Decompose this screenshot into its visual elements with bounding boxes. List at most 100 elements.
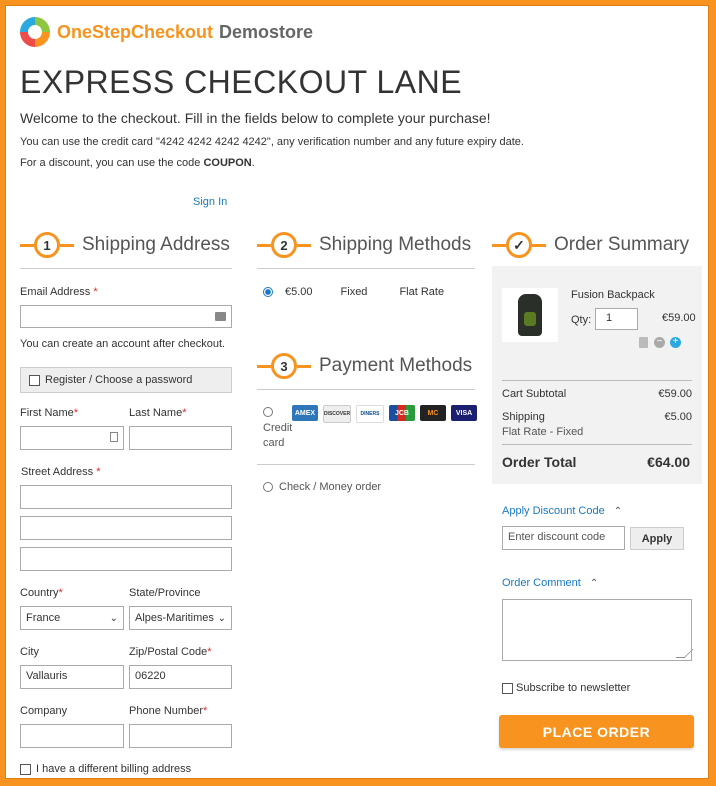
- register-checkbox[interactable]: [29, 374, 40, 386]
- page-title: EXPRESS CHECKOUT LANE: [20, 64, 463, 100]
- divider: [257, 268, 475, 269]
- newsletter-checkbox-row[interactable]: Subscribe to newsletter: [502, 682, 630, 694]
- order-summary-header: ✓ Order Summary: [492, 232, 689, 258]
- sign-in-link[interactable]: Sign In: [193, 196, 227, 208]
- billing-checkbox-row[interactable]: I have a different billing address: [20, 763, 191, 775]
- phone-label-text: Phone Number: [129, 705, 203, 717]
- check-money-order-label: Check / Money order: [279, 481, 382, 493]
- shipping-method-text: Flat Rate - Fixed: [502, 426, 584, 438]
- last-name-field[interactable]: [129, 426, 232, 450]
- order-comment-toggle-label: Order Comment: [502, 577, 581, 589]
- logo-mark-icon: [20, 17, 50, 47]
- amex-icon: AMEX: [292, 405, 318, 421]
- email-label-text: Email Address: [20, 286, 91, 298]
- shipping-method-option[interactable]: €5.00 Fixed Flat Rate: [263, 286, 444, 298]
- country-select[interactable]: France ⌄: [20, 606, 124, 630]
- street-line-3-field[interactable]: [20, 547, 232, 571]
- divider: [502, 380, 692, 381]
- discount-toggle[interactable]: Apply Discount Code ⌃: [502, 505, 622, 517]
- divider: [502, 444, 692, 445]
- city-field[interactable]: Vallauris: [20, 665, 124, 689]
- section-title: Order Summary: [554, 234, 690, 255]
- street-line-2-field[interactable]: [20, 516, 232, 540]
- country-label: Country*: [20, 587, 63, 599]
- checkout-page: OneStepCheckout Demostore EXPRESS CHECKO…: [5, 5, 709, 779]
- register-checkbox-row[interactable]: Register / Choose a password: [20, 367, 232, 393]
- email-field[interactable]: [20, 305, 232, 328]
- step-line-icon: [257, 364, 271, 368]
- step-line-icon: [20, 243, 34, 247]
- divider: [20, 268, 232, 269]
- step-1-badge: 1: [34, 232, 60, 258]
- checkmark-icon: ✓: [506, 232, 532, 258]
- shipping-method-radio[interactable]: [263, 287, 273, 297]
- card-logos: AMEX DISCOVER DINERS JCB MC VISA: [292, 405, 482, 423]
- brand-name: OneStepCheckout: [57, 21, 214, 42]
- first-name-label-text: First Name: [20, 407, 74, 419]
- check-money-order-radio[interactable]: [263, 482, 273, 492]
- required-mark: *: [96, 466, 101, 478]
- street-line-1-field[interactable]: [20, 485, 232, 509]
- state-select[interactable]: Alpes-Maritimes ⌄: [129, 606, 232, 630]
- discover-icon: DISCOVER: [323, 405, 351, 423]
- street-label-text: Street Address: [21, 466, 94, 478]
- qty-input[interactable]: 1: [595, 308, 638, 330]
- step-line-icon: [257, 243, 271, 247]
- subtotal-value: €59.00: [658, 388, 692, 400]
- minus-icon[interactable]: −: [654, 337, 665, 348]
- shipping-value: €5.00: [664, 411, 692, 423]
- phone-field[interactable]: [129, 724, 232, 748]
- plus-icon[interactable]: +: [670, 337, 681, 348]
- chevron-up-icon: ⌃: [613, 505, 623, 517]
- first-name-label: First Name*: [20, 407, 78, 419]
- place-order-button[interactable]: PLACE ORDER: [499, 715, 694, 748]
- required-mark: *: [58, 587, 63, 599]
- check-money-order-option[interactable]: Check / Money order: [263, 481, 381, 493]
- autofill-icon: [215, 312, 226, 321]
- first-name-field[interactable]: [20, 426, 124, 450]
- radio-icon: [263, 407, 273, 417]
- company-field[interactable]: [20, 724, 124, 748]
- required-mark: *: [182, 407, 187, 419]
- last-name-label: Last Name*: [129, 407, 186, 419]
- apply-discount-button[interactable]: Apply: [630, 527, 684, 550]
- credit-card-label[interactable]: Credit card: [263, 421, 292, 451]
- newsletter-checkbox[interactable]: [502, 682, 513, 694]
- brand-suffix: Demostore: [219, 21, 314, 42]
- required-mark: *: [207, 646, 212, 658]
- order-comment-toggle[interactable]: Order Comment ⌃: [502, 577, 598, 589]
- zip-label-text: Zip/Postal Code: [129, 646, 208, 658]
- billing-label: I have a different billing address: [36, 763, 192, 775]
- email-label: Email Address *: [20, 286, 98, 298]
- discount-code-input[interactable]: Enter discount code: [502, 526, 625, 550]
- welcome-text: Welcome to the checkout. Fill in the fie…: [20, 110, 491, 126]
- country-value: France: [26, 612, 61, 624]
- required-mark: *: [203, 705, 208, 717]
- discount-note: For a discount, you can use the code COU…: [20, 157, 255, 169]
- required-mark: *: [73, 407, 79, 419]
- divider: [257, 389, 475, 390]
- billing-checkbox[interactable]: [20, 763, 31, 775]
- backpack-icon: [518, 294, 542, 336]
- shipping-address-header: 1 Shipping Address: [20, 232, 230, 258]
- credit-card-radio[interactable]: [263, 407, 273, 420]
- discount-note-suffix: .: [251, 157, 255, 169]
- credit-card-note: You can use the credit card "4242 4242 4…: [20, 136, 524, 148]
- state-value: Alpes-Maritimes: [135, 612, 214, 624]
- credit-card-label-2: card: [263, 437, 285, 449]
- credit-card-label-1: Credit: [263, 422, 293, 434]
- last-name-label-text: Last Name: [129, 407, 183, 419]
- zip-field[interactable]: 06220: [129, 665, 232, 689]
- phone-label: Phone Number*: [129, 705, 207, 717]
- contact-card-icon: [110, 432, 118, 442]
- trash-icon[interactable]: [639, 337, 648, 348]
- store-logo[interactable]: OneStepCheckout Demostore: [20, 17, 313, 47]
- order-total-label: Order Total: [502, 454, 577, 470]
- chevron-down-icon: ⌄: [217, 612, 226, 624]
- order-comment-textarea[interactable]: [502, 599, 692, 661]
- diners-icon: DINERS: [356, 405, 384, 423]
- qty-label: Qty:: [571, 314, 592, 326]
- section-title: Shipping Address: [82, 234, 230, 255]
- step-line-icon: [60, 243, 74, 247]
- discount-toggle-label: Apply Discount Code: [502, 505, 605, 517]
